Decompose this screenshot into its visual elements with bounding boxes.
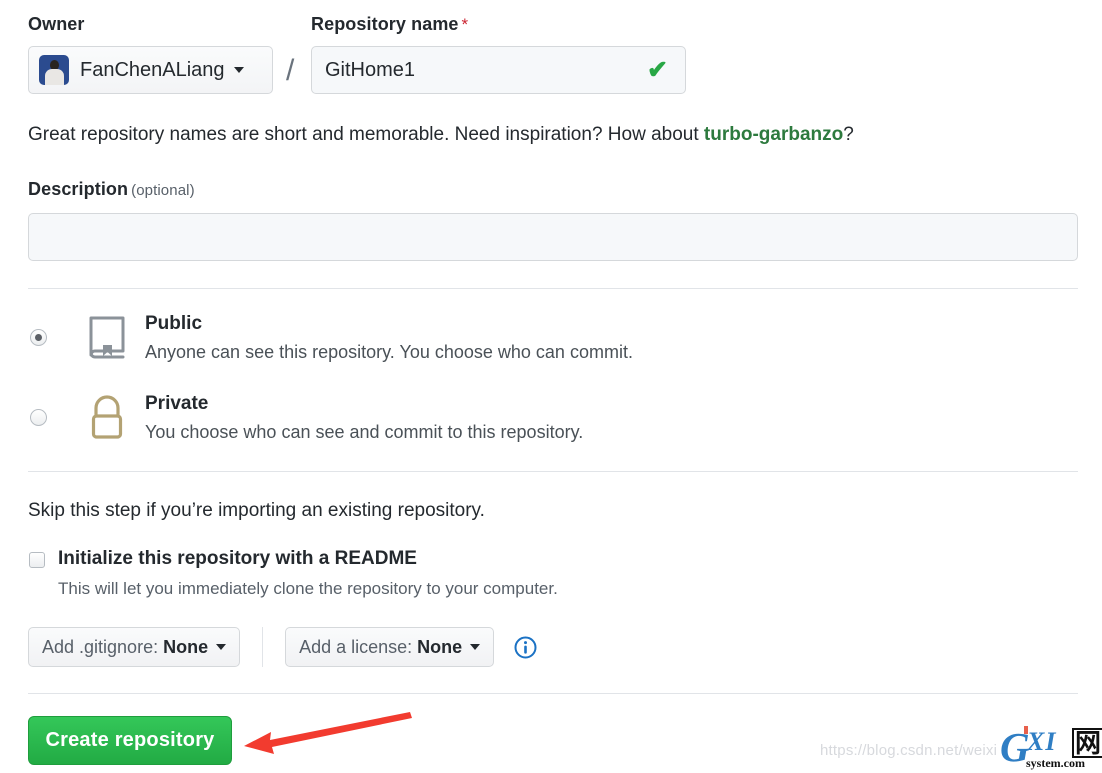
path-separator: / (286, 54, 295, 87)
divider-above-visibility (28, 288, 1078, 289)
suggested-name-link[interactable]: turbo-garbanzo (704, 124, 843, 145)
gitignore-dropdown[interactable]: Add .gitignore: None (28, 627, 241, 667)
visibility-private-subtitle: You choose who can see and commit to thi… (145, 422, 584, 442)
description-optional-text: (optional) (131, 182, 195, 199)
description-label: Description (optional) (28, 179, 195, 200)
license-value: None (417, 636, 463, 657)
radio-private[interactable] (30, 409, 47, 426)
skip-import-text: Skip this step if you’re importing an ex… (28, 500, 485, 521)
license-dropdown[interactable]: Add a license: None (285, 627, 495, 667)
description-input[interactable] (28, 213, 1078, 261)
owner-label: Owner (28, 14, 85, 34)
owner-repo-row: Owner Repository name * FanChenALiang / G… (28, 14, 1078, 114)
gitignore-prefix: Add .gitignore: (42, 636, 159, 657)
logo-subtitle: system.com (1026, 756, 1085, 770)
radio-public[interactable] (30, 329, 47, 346)
gitignore-value: None (163, 636, 209, 657)
red-arrow-annotation (238, 700, 418, 766)
chevron-down-icon (233, 67, 244, 73)
repository-name-label-text: Repository name (311, 14, 459, 34)
visibility-private-title: Private (145, 393, 209, 414)
lock-icon (86, 395, 128, 441)
owner-dropdown[interactable]: FanChenALiang (28, 46, 273, 94)
hint-text-before: Great repository names are short and mem… (28, 124, 704, 145)
check-icon: ✔ (647, 55, 668, 84)
repo-book-icon (86, 315, 128, 361)
avatar (39, 55, 69, 85)
repository-name-input[interactable]: GitHome1 ✔ (311, 46, 686, 94)
description-label-text: Description (28, 179, 129, 199)
template-options-row: Add .gitignore: None Add a license: None (28, 627, 537, 667)
chevron-down-icon (470, 644, 481, 650)
logo-letters-xi: XI (1027, 727, 1057, 756)
required-asterisk: * (461, 15, 469, 34)
watermark-url: https://blog.csdn.net/weixi (820, 742, 998, 759)
info-circle-icon[interactable] (514, 636, 537, 659)
readme-label[interactable]: Initialize this repository with a README (58, 548, 417, 570)
hint-text-after: ? (843, 124, 854, 145)
license-prefix: Add a license: (299, 636, 413, 657)
repository-name-value: GitHome1 (325, 58, 416, 81)
vertical-divider (262, 627, 264, 667)
readme-checkbox[interactable] (29, 552, 45, 568)
divider-above-submit (28, 693, 1078, 694)
create-repository-button[interactable]: Create repository (28, 716, 232, 765)
create-repository-form: Owner Repository name * FanChenALiang / G… (0, 0, 1102, 773)
repository-name-hint: Great repository names are short and mem… (28, 124, 854, 146)
divider-above-import (28, 471, 1078, 472)
visibility-public-subtitle: Anyone can see this repository. You choo… (145, 342, 633, 362)
logo-cjk-character: 网 (1072, 728, 1102, 758)
owner-name: FanChenALiang (80, 58, 225, 81)
watermark-logo: G XI 网 system.com (1000, 726, 1102, 772)
chevron-down-icon (216, 644, 227, 650)
readme-sublabel: This will let you immediately clone the … (58, 579, 558, 598)
repository-name-label: Repository name * (311, 14, 468, 35)
visibility-public-title: Public (145, 313, 203, 334)
